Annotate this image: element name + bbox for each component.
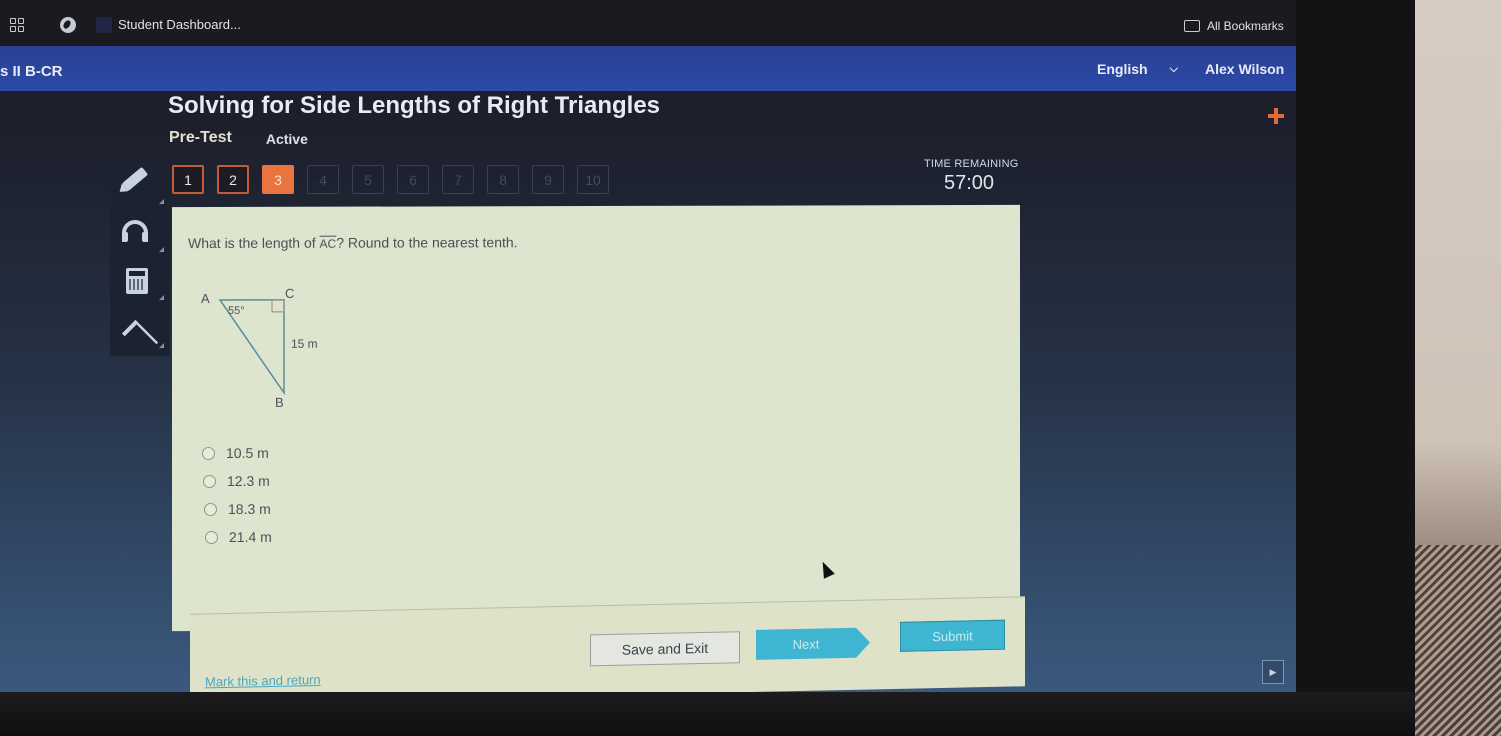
calculator-tool-button[interactable]: [110, 258, 170, 304]
collapse-tool-button[interactable]: [110, 306, 170, 352]
globe-icon[interactable]: [60, 17, 76, 33]
question-nav-button-4: 4: [307, 165, 339, 194]
all-bookmarks-link[interactable]: All Bookmarks: [1207, 19, 1284, 33]
answer-choice-label: 18.3 m: [228, 500, 271, 517]
radio-button[interactable]: [203, 474, 216, 488]
vertex-b-label: B: [275, 395, 284, 410]
play-arrow-icon: ▶: [1269, 666, 1277, 677]
answer-choice[interactable]: 10.5 m: [202, 439, 272, 467]
answer-choice[interactable]: 12.3 m: [203, 467, 272, 495]
caret-up-icon: [120, 318, 154, 338]
question-nav-button-10: 10: [577, 165, 609, 194]
radio-button[interactable]: [202, 446, 215, 460]
monitor-bezel-right: [1296, 0, 1415, 736]
answer-choice-label: 21.4 m: [229, 528, 272, 545]
language-label: English: [1097, 61, 1148, 77]
question-nav-button-7: 7: [442, 165, 474, 194]
scroll-right-button[interactable]: ▶: [1262, 660, 1284, 684]
question-nav-button-5: 5: [352, 165, 384, 194]
fabric-background: [1415, 545, 1501, 736]
calculator-icon: [126, 268, 148, 294]
bookmarks-bar: Student Dashboard... All Bookmarks: [0, 0, 1296, 46]
question-nav-button-8: 8: [487, 165, 519, 194]
side-cb-label: 15 m: [291, 337, 318, 351]
lesson-subtitle: Pre-Test Active: [169, 129, 308, 147]
timer-label: TIME REMAINING: [924, 158, 1019, 170]
course-header: s II B-CR English ⌵ Alex Wilson: [0, 46, 1296, 91]
site-favicon-icon: [96, 17, 112, 33]
folder-icon: [1184, 20, 1200, 32]
answer-choice-label: 10.5 m: [226, 444, 269, 461]
language-select[interactable]: English ⌵: [1097, 61, 1178, 77]
question-suffix: ? Round to the nearest tenth.: [336, 234, 518, 251]
question-footer: Mark this and return Save and Exit Next …: [190, 596, 1025, 700]
question-nav-button-9: 9: [532, 165, 564, 194]
save-and-exit-button[interactable]: Save and Exit: [590, 631, 740, 667]
question-prefix: What is the length of: [188, 234, 320, 252]
vertex-a-label: A: [201, 291, 210, 306]
segment-label: AC: [319, 236, 337, 251]
radio-button[interactable]: [205, 530, 218, 544]
mark-and-return-link[interactable]: Mark this and return: [205, 672, 321, 689]
timer-value: 57:00: [944, 172, 995, 194]
question-text: What is the length of AC? Round to the n…: [188, 234, 518, 251]
vertex-c-label: C: [285, 286, 294, 301]
audio-tool-button[interactable]: [110, 210, 170, 256]
monitor-bezel-bottom: [0, 692, 1415, 736]
chevron-down-icon: ⌵: [1169, 62, 1178, 75]
triangle-diagram: A C B 55° 15 m: [201, 286, 318, 410]
question-nav-button-3[interactable]: 3: [262, 165, 294, 194]
submit-button[interactable]: Submit: [900, 619, 1005, 652]
activity-type: Pre-Test: [169, 129, 232, 146]
pencil-icon: [121, 166, 149, 192]
pencil-tool-button[interactable]: [110, 162, 170, 208]
user-name[interactable]: Alex Wilson: [1205, 61, 1284, 77]
answer-choice[interactable]: 18.3 m: [204, 495, 272, 523]
question-nav-button-2[interactable]: 2: [217, 165, 249, 194]
next-button[interactable]: Next: [756, 627, 856, 660]
lesson-title: Solving for Side Lengths of Right Triang…: [168, 92, 661, 119]
question-nav-button-1[interactable]: 1: [172, 165, 204, 194]
apps-icon[interactable]: [10, 18, 24, 32]
headphones-icon: [122, 220, 148, 242]
course-name: s II B-CR: [0, 63, 63, 80]
monitor-screen: Student Dashboard... All Bookmarks s II …: [0, 0, 1296, 700]
question-card: What is the length of AC? Round to the n…: [172, 204, 1020, 632]
angle-a-label: 55°: [228, 305, 245, 317]
question-navigation: 1 2 3 4 5 6 7 8 9 10: [172, 165, 609, 194]
radio-button[interactable]: [204, 502, 217, 516]
bookmark-student-dashboard[interactable]: Student Dashboard...: [118, 17, 241, 32]
question-nav-button-6: 6: [397, 165, 429, 194]
plus-icon[interactable]: [1268, 108, 1284, 124]
answer-choice[interactable]: 21.4 m: [205, 523, 272, 551]
answer-choice-label: 12.3 m: [227, 472, 270, 489]
answer-choices: 10.5 m 12.3 m 18.3 m 21.4 m: [202, 439, 272, 551]
activity-status: Active: [265, 131, 308, 147]
right-angle-marker: [271, 299, 285, 313]
tools-sidebar: [110, 162, 170, 356]
